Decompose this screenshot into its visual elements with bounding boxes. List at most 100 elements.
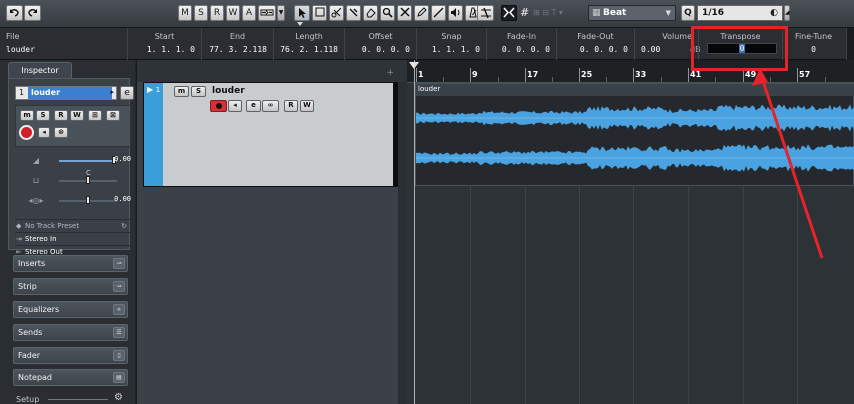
track-number: 1 [19, 88, 25, 97]
redo-button[interactable] [24, 5, 41, 21]
monitor-button[interactable]: ◂ [38, 127, 50, 138]
cross-icon [399, 7, 410, 17]
range-selection-tool[interactable] [312, 5, 327, 21]
edit-instrument-button[interactable]: e [120, 86, 134, 100]
read-mode-button[interactable]: R [210, 5, 224, 21]
section-equalizers[interactable]: Equalizers ⟡ [13, 301, 128, 318]
expand-triangle-icon[interactable]: ▶ [147, 85, 153, 94]
info-label: Offset [368, 32, 393, 41]
track-write-button[interactable]: W [300, 100, 314, 112]
project-cursor [414, 60, 415, 404]
info-offset[interactable]: Offset 0. 0. 0. 0 [344, 28, 416, 60]
write-mode-button[interactable]: W [226, 5, 240, 21]
info-end[interactable]: End 77. 3. 2.118 [201, 28, 273, 60]
grid-type-select[interactable]: ▦ Beat ▼ [588, 5, 676, 21]
track-name-field[interactable]: louder [28, 87, 112, 99]
gear-icon[interactable]: ⚙ [114, 392, 123, 403]
delay-knob[interactable] [86, 196, 90, 204]
track-record-button[interactable] [210, 100, 227, 112]
mute-button[interactable]: m [20, 110, 34, 121]
line-tool[interactable] [431, 5, 446, 21]
input-routing[interactable]: ⇥ Stereo In [15, 232, 131, 245]
section-notepad[interactable]: Notepad ▤ [13, 369, 128, 386]
fader-icon: ▯ [113, 350, 125, 361]
track-monitor-button[interactable]: ◂ [228, 100, 242, 112]
zero-crossing-icon [503, 7, 515, 18]
undo-button[interactable] [6, 5, 23, 21]
track-edit-button[interactable]: e [246, 100, 261, 112]
info-fade-in[interactable]: Fade-In 0. 0. 0. 0 [486, 28, 556, 60]
chevron-down-icon: ▼ [665, 9, 671, 17]
track-solo-button[interactable]: S [191, 86, 206, 97]
autoscroll-button[interactable] [258, 5, 276, 21]
section-sends[interactable]: Sends ☰ [13, 324, 128, 341]
draw-tool[interactable] [414, 5, 429, 21]
freeze-button[interactable]: ⊞ [88, 110, 102, 121]
add-track-icon[interactable]: + [386, 68, 394, 78]
track-link-button[interactable]: ∞ [262, 100, 279, 112]
audio-event[interactable]: louder [415, 83, 854, 186]
bypass-button[interactable]: ⊠ [106, 110, 120, 121]
ruler-minor-tick [552, 77, 553, 82]
erase-tool[interactable] [363, 5, 378, 21]
track-name[interactable]: louder [212, 86, 245, 96]
ruler-tick [797, 68, 798, 82]
mute-tool[interactable] [397, 5, 412, 21]
reset-icon[interactable]: ↻ [121, 220, 127, 232]
info-start[interactable]: Start 1. 1. 1. 0 [127, 28, 201, 60]
pan-knob[interactable] [86, 176, 90, 184]
quantize-preset-select[interactable]: 1/16 ◐ [697, 5, 783, 21]
dropdown-circle-icon: ◐ [770, 8, 778, 18]
section-label: Strip [18, 282, 37, 291]
zoom-tool[interactable] [380, 5, 395, 21]
autoscroll-dropdown[interactable]: ▼ [277, 5, 285, 21]
info-file[interactable]: File louder [0, 28, 127, 60]
info-fade-out[interactable]: Fade-Out 0. 0. 0. 0 [556, 28, 634, 60]
pan-icon: ⊔ [32, 176, 40, 185]
object-selection-tool[interactable] [294, 5, 310, 21]
track-read-button[interactable]: R [284, 100, 298, 112]
grid-icon[interactable]: # [520, 6, 529, 19]
write-automation-button[interactable]: W [70, 110, 84, 121]
inspector-faders: ◢ 0.00 ⊔ C ◂◎▸ 0.00 [15, 149, 131, 215]
section-label: Fader [18, 351, 41, 360]
solo-button[interactable]: S [36, 110, 50, 121]
mute-mode-button[interactable]: M [178, 5, 192, 21]
track-mute-button[interactable]: m [174, 86, 189, 97]
ruler-bar: 57 [799, 70, 811, 79]
audio-track-row[interactable]: ▶ 1 m S louder ◂ e ∞ R W [143, 82, 404, 187]
read-automation-button[interactable]: R [54, 110, 68, 121]
track-preset-row[interactable]: ◆ No Track Preset ↻ [15, 219, 131, 232]
info-length[interactable]: Length 76. 2. 1.118 [273, 28, 344, 60]
quantize-dropdown[interactable]: ◢ [784, 5, 790, 21]
record-enable-button[interactable] [19, 125, 34, 140]
quantize-button[interactable]: Q [681, 5, 695, 21]
section-strip[interactable]: Strip ⊸ [13, 278, 128, 295]
ruler-tick [688, 68, 689, 82]
volume-slider[interactable] [59, 160, 117, 162]
speaker-icon: ◂ [233, 101, 237, 109]
ruler-tick [525, 68, 526, 82]
track-color-strip[interactable]: ▶ 1 [144, 83, 163, 186]
section-inserts[interactable]: Inserts ⊸ [13, 255, 128, 272]
waveform-channel-right [416, 144, 854, 172]
inspector-tab[interactable]: Inspector [8, 62, 72, 78]
section-fader[interactable]: Fader ▯ [13, 347, 128, 364]
snap-zero-crossing-button[interactable] [501, 5, 517, 21]
info-label: Fade-Out [577, 32, 614, 41]
info-label: Length [295, 32, 323, 41]
info-fine-tune[interactable]: Fine-Tune 0 [782, 28, 844, 60]
play-tool[interactable] [448, 5, 463, 21]
info-label: File [6, 32, 20, 41]
auto-mode-button[interactable]: A [242, 5, 256, 21]
inspector-track-name[interactable]: 1 louder ▸ [15, 86, 117, 100]
solo-mode-button[interactable]: S [194, 5, 208, 21]
info-volume[interactable]: Volume 0.00 dB [634, 28, 701, 60]
info-snap[interactable]: Snap 1. 1. 1. 0 [416, 28, 486, 60]
lock-button[interactable]: ⊛ [54, 127, 68, 138]
split-tool[interactable] [329, 5, 344, 21]
snap-toggle[interactable] [477, 5, 494, 21]
snap-icon [480, 7, 491, 19]
ruler-tick [470, 68, 471, 82]
glue-tool[interactable] [346, 5, 361, 21]
